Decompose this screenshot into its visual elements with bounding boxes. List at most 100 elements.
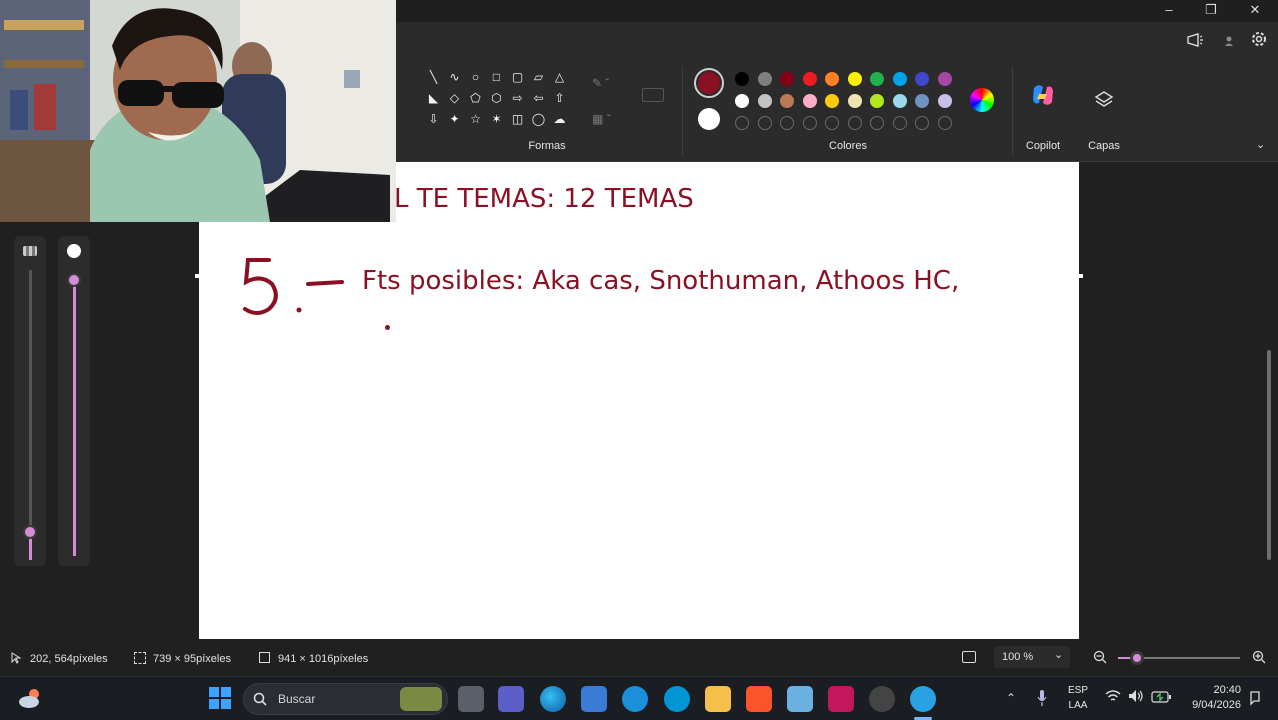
color-swatch[interactable]: [802, 72, 817, 86]
color-swatch[interactable]: [780, 94, 794, 108]
color-swatch[interactable]: [735, 72, 749, 86]
fit-to-window-icon[interactable]: [962, 651, 976, 663]
notifications-icon[interactable]: [1248, 690, 1262, 706]
paint-app-icon[interactable]: [910, 686, 936, 712]
copilot-icon[interactable]: [1030, 82, 1056, 108]
language-indicator[interactable]: ESP LAA: [1060, 685, 1096, 711]
color-swatch[interactable]: [937, 94, 952, 108]
six-point-star-shape-icon[interactable]: ✶: [489, 112, 504, 127]
settings-gear-icon[interactable]: [1250, 30, 1268, 48]
color-swatch[interactable]: [780, 72, 794, 86]
help-app-icon[interactable]: [622, 686, 648, 712]
edit-colors-icon[interactable]: [970, 88, 994, 112]
file-explorer-icon[interactable]: [705, 686, 731, 712]
polygon-shape-icon[interactable]: ▱: [531, 70, 546, 85]
color-swatch[interactable]: [825, 94, 839, 108]
color-swatch[interactable]: [802, 94, 817, 108]
layers-label[interactable]: Capas: [1080, 140, 1128, 152]
custom-color-slot[interactable]: [870, 116, 884, 130]
primary-color-button[interactable]: [694, 68, 724, 98]
taskbar-search-box[interactable]: Buscar: [243, 683, 448, 715]
minimize-button[interactable]: –: [1154, 0, 1184, 22]
five-point-star-shape-icon[interactable]: ☆: [468, 112, 483, 127]
right-arrow-shape-icon[interactable]: ⇨: [510, 91, 525, 106]
diamond-shape-icon[interactable]: ◇: [447, 91, 462, 106]
layers-icon[interactable]: [1094, 90, 1114, 110]
secondary-color-button[interactable]: [698, 108, 720, 130]
weather-widget-icon[interactable]: [18, 687, 44, 711]
account-icon[interactable]: [1224, 34, 1234, 46]
notepad-icon[interactable]: [787, 686, 813, 712]
four-point-star-shape-icon[interactable]: ✦: [447, 112, 462, 127]
outline-dropdown-icon[interactable]: ✎ ˇ: [592, 76, 622, 92]
zoom-in-icon[interactable]: [1252, 650, 1266, 664]
color-swatch[interactable]: [915, 94, 929, 108]
down-arrow-shape-icon[interactable]: ⇩: [426, 112, 441, 127]
rect-callout-shape-icon[interactable]: ◫: [510, 112, 525, 127]
color-swatch[interactable]: [915, 72, 929, 86]
color-swatch[interactable]: [870, 94, 884, 108]
chevron-down-icon[interactable]: ⌄: [1256, 138, 1270, 152]
custom-color-slot[interactable]: [847, 116, 862, 130]
custom-color-slot[interactable]: [915, 116, 929, 130]
color-swatch[interactable]: [735, 94, 749, 108]
right-triangle-shape-icon[interactable]: ◣: [426, 91, 441, 106]
close-button[interactable]: ✕: [1240, 0, 1270, 22]
custom-color-slot[interactable]: [802, 116, 817, 130]
microsoft-store-icon[interactable]: [581, 686, 607, 712]
transparency-track[interactable]: [29, 270, 32, 560]
canvas-resize-handle[interactable]: [195, 274, 199, 278]
rectangle-shape-icon[interactable]: □: [489, 70, 504, 85]
drawing-canvas[interactable]: L TE TEMAS: 12 TEMAS Fts posibles: Aka c…: [199, 162, 1079, 639]
edge-browser-icon[interactable]: [540, 686, 566, 712]
volume-icon[interactable]: [1128, 689, 1144, 703]
custom-color-slot[interactable]: [825, 116, 839, 130]
shape-size-icon[interactable]: [642, 88, 664, 102]
custom-color-slot[interactable]: [780, 116, 794, 130]
left-arrow-shape-icon[interactable]: ⇦: [531, 91, 546, 106]
vertical-scrollbar[interactable]: [1267, 350, 1271, 560]
transparency-thumb[interactable]: [23, 525, 37, 539]
pentagon-shape-icon[interactable]: ⬠: [468, 91, 483, 106]
windows-start-icon[interactable]: [208, 686, 232, 710]
clock[interactable]: 20:40 9/04/2026: [1181, 684, 1241, 711]
custom-color-slot[interactable]: [937, 116, 952, 130]
mf-app-icon[interactable]: [828, 686, 854, 712]
hp-app-icon[interactable]: [664, 686, 690, 712]
obs-studio-icon[interactable]: [869, 686, 895, 712]
color-swatch[interactable]: [892, 72, 907, 86]
color-swatch[interactable]: [757, 94, 772, 108]
wifi-icon[interactable]: [1105, 689, 1121, 703]
battery-icon[interactable]: [1151, 690, 1171, 703]
color-swatch[interactable]: [937, 72, 952, 86]
task-view-icon[interactable]: [458, 686, 484, 712]
color-swatch[interactable]: [892, 94, 907, 108]
triangle-shape-icon[interactable]: △: [552, 70, 567, 85]
size-track[interactable]: [73, 280, 76, 556]
zoom-slider-thumb[interactable]: [1130, 651, 1144, 665]
hexagon-shape-icon[interactable]: ⬡: [489, 91, 504, 106]
custom-color-slot[interactable]: [892, 116, 907, 130]
teams-icon[interactable]: [498, 686, 524, 712]
zoom-dropdown[interactable]: 100 % ⌄: [994, 646, 1070, 668]
size-thumb[interactable]: [67, 273, 81, 287]
color-swatch[interactable]: [847, 94, 862, 108]
show-hidden-icons-icon[interactable]: ⌃: [1006, 691, 1016, 705]
color-swatch[interactable]: [757, 72, 772, 86]
curve-shape-icon[interactable]: ∿: [447, 70, 462, 85]
color-swatch[interactable]: [847, 72, 862, 86]
line-shape-icon[interactable]: ╲: [426, 70, 441, 85]
up-arrow-shape-icon[interactable]: ⇧: [552, 91, 567, 106]
fill-dropdown-icon[interactable]: ▦ ˇ: [592, 112, 622, 128]
zoom-out-icon[interactable]: [1093, 650, 1107, 664]
share-icon[interactable]: [1186, 32, 1204, 48]
rounded-rectangle-shape-icon[interactable]: ▢: [510, 70, 525, 85]
custom-color-slot[interactable]: [757, 116, 772, 130]
custom-color-slot[interactable]: [735, 116, 749, 130]
restore-button[interactable]: ❐: [1196, 0, 1226, 22]
copilot-label[interactable]: Copilot: [1018, 140, 1068, 152]
color-swatch[interactable]: [870, 72, 884, 86]
color-swatch[interactable]: [825, 72, 839, 86]
microphone-icon[interactable]: [1037, 689, 1047, 707]
brave-browser-icon[interactable]: [746, 686, 772, 712]
